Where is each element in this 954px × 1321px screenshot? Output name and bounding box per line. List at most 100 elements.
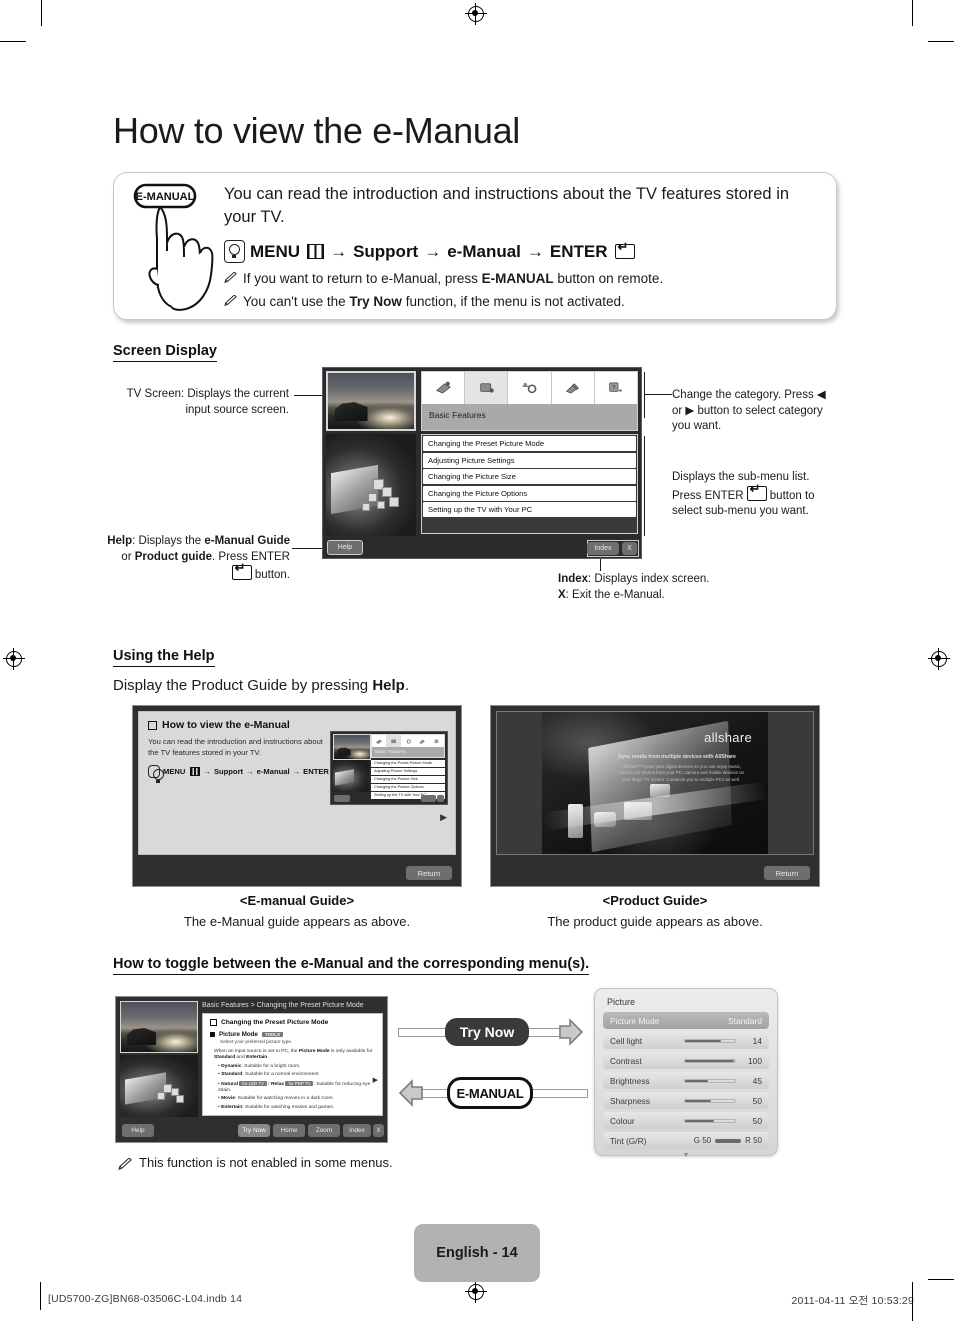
toggle-zoom-button[interactable]: Zoom [308, 1124, 340, 1137]
inner-submenu-item: Adjusting Picture Settings [371, 768, 445, 775]
picture-row-brightness[interactable]: Brightness 45 [603, 1072, 769, 1089]
picture-row-slider[interactable] [684, 1078, 736, 1083]
note1-emanual: E-MANUAL [481, 271, 554, 286]
anno-index-text: : Displays index screen. [588, 573, 710, 585]
next-page-arrow-icon[interactable]: ▶ [373, 1076, 378, 1084]
help-button[interactable]: Help [327, 540, 363, 555]
tv-art-tile [176, 1094, 185, 1103]
pencil-note-icon [224, 272, 237, 284]
toggle-note-c: is only available for [329, 1049, 373, 1054]
toggle-item-label-row: Picture Mode TOOLS [210, 1031, 375, 1038]
return-button[interactable]: Return [764, 866, 810, 880]
sunset-photo [334, 735, 370, 759]
tv-art-tile [157, 1092, 166, 1101]
category-tab-network[interactable] [551, 372, 595, 404]
note1-part-c: button on remote. [553, 271, 664, 286]
bullet-name: Natural [221, 1081, 238, 1087]
toggle-trynow-button[interactable]: Try Now [238, 1124, 270, 1137]
inner-exit-button [437, 795, 444, 802]
toggle-help-button[interactable]: Help [122, 1124, 154, 1137]
tv-art-tile [389, 497, 399, 508]
picture-row-tint[interactable]: Tint (G/R) G 50 R 50 [603, 1132, 769, 1149]
index-button[interactable]: Index [587, 542, 619, 555]
category-name: Basic Features [429, 410, 486, 420]
submenu-item[interactable]: Adjusting Picture Settings [423, 452, 636, 468]
bullet-desc: : Suitable for watching movies and games… [242, 1104, 335, 1110]
picture-row-slider[interactable] [684, 1038, 736, 1043]
toggle-breadcrumb: Basic Features > Changing the Preset Pic… [202, 1002, 364, 1021]
toggle-index-button[interactable]: Index [343, 1124, 371, 1137]
crop-mark-top-right-v [912, 0, 913, 26]
path-support-label: Support [353, 241, 419, 261]
category-tab-settings[interactable] [508, 372, 552, 404]
tv-art-tile [368, 493, 378, 503]
toggle-tv-thumbnail [120, 1001, 198, 1053]
leader-tv-screen [294, 395, 322, 396]
menu-grid-icon [307, 244, 325, 259]
category-tab-picture[interactable] [465, 372, 509, 404]
picture-row-slider[interactable] [684, 1098, 736, 1103]
toggle-body: Changing the Preset Picture Mode Picture… [202, 1013, 383, 1116]
toggle-exit-button[interactable]: X [373, 1124, 384, 1137]
anno-help-keyword: Help [107, 535, 133, 547]
registration-mark-right [928, 648, 950, 670]
leader-category [644, 394, 672, 395]
toggle-home-button[interactable]: Home [273, 1124, 305, 1137]
try-now-button[interactable]: Try Now [445, 1018, 529, 1046]
network-icon [566, 383, 580, 394]
submenu-item[interactable]: Changing the Picture Size [423, 469, 636, 485]
using-help-heading: Using the Help [113, 648, 215, 667]
picture-row-picture-mode[interactable]: Picture Mode Standard [603, 1012, 769, 1029]
picture-row-colour[interactable]: Colour 50 [603, 1112, 769, 1129]
picture-row-value: 50 [752, 1095, 762, 1106]
scroll-down-arrow-icon[interactable]: ▼ [603, 1152, 769, 1160]
picture-row-tint-control[interactable]: G 50 R 50 [694, 1136, 762, 1145]
picture-row-cell-light[interactable]: Cell light 14 [603, 1032, 769, 1049]
path-arrow-2: → [424, 241, 442, 261]
category-tab-channel[interactable] [422, 372, 466, 404]
bullet-name: Movie [221, 1096, 235, 1102]
picture-row-slider[interactable] [684, 1058, 736, 1063]
emanual-button[interactable]: E-MANUAL [447, 1077, 533, 1109]
next-page-arrow-icon[interactable]: ▶ [440, 812, 447, 823]
toggle-body-title: Changing the Preset Picture Mode [221, 1019, 329, 1026]
crop-mark-top-right-h [928, 41, 954, 42]
inner-artwork [333, 760, 369, 792]
inner-category-bar: Basic Features [371, 734, 445, 758]
inner-tab-support [430, 735, 444, 747]
toggle-heading: How to toggle between the e-Manual and t… [113, 956, 590, 975]
callout-note-1: If you want to return to e-Manual, press… [224, 269, 822, 288]
picture-row-contrast[interactable]: Contrast 100 [603, 1052, 769, 1069]
settings-icon [522, 382, 537, 394]
menu-grid-icon [190, 767, 201, 776]
crop-mark-top-left-v [41, 0, 42, 26]
bullet-name: Dynamic [221, 1063, 242, 1069]
inner-tab-picture [386, 735, 401, 747]
enter-key-icon [746, 482, 767, 501]
picture-row-sharpness[interactable]: Sharpness 50 [603, 1092, 769, 1109]
submenu-list: Changing the Preset Picture Mode Adjusti… [421, 434, 638, 534]
submenu-item[interactable]: Changing the Picture Options [423, 485, 636, 501]
anno-exit-keyword: X [558, 588, 566, 601]
picture-row-slider[interactable] [684, 1118, 736, 1123]
page-number-badge: English - 14 [414, 1224, 540, 1282]
return-button[interactable]: Return [406, 866, 452, 880]
tv-art-tile [377, 501, 386, 510]
submenu-item[interactable]: Changing the Preset Picture Mode [423, 436, 636, 451]
settings-icon [406, 739, 411, 743]
picture-row-label: Brightness [610, 1075, 650, 1086]
submenu-item[interactable]: Setting up the TV with Your PC [423, 502, 636, 518]
anno-help-emanual-guide: e-Manual Guide [204, 535, 290, 547]
sunset-photo [121, 1002, 197, 1052]
tint-slider[interactable] [715, 1138, 742, 1143]
category-tabs: ? [422, 372, 638, 404]
bullet-desc: : Suitable for a bright room. [241, 1063, 301, 1069]
category-tab-support[interactable]: ? [594, 372, 638, 404]
allshare-artwork: allshare Sync media from multiple device… [541, 712, 769, 854]
emanual-guide-title: How to view the e-Manual [162, 719, 290, 731]
sunset-photo [328, 373, 414, 429]
picture-icon [480, 383, 494, 393]
picture-row-label: Cell light [610, 1035, 643, 1046]
exit-button[interactable]: X [622, 542, 637, 555]
allshare-logo: allshare [704, 730, 752, 745]
